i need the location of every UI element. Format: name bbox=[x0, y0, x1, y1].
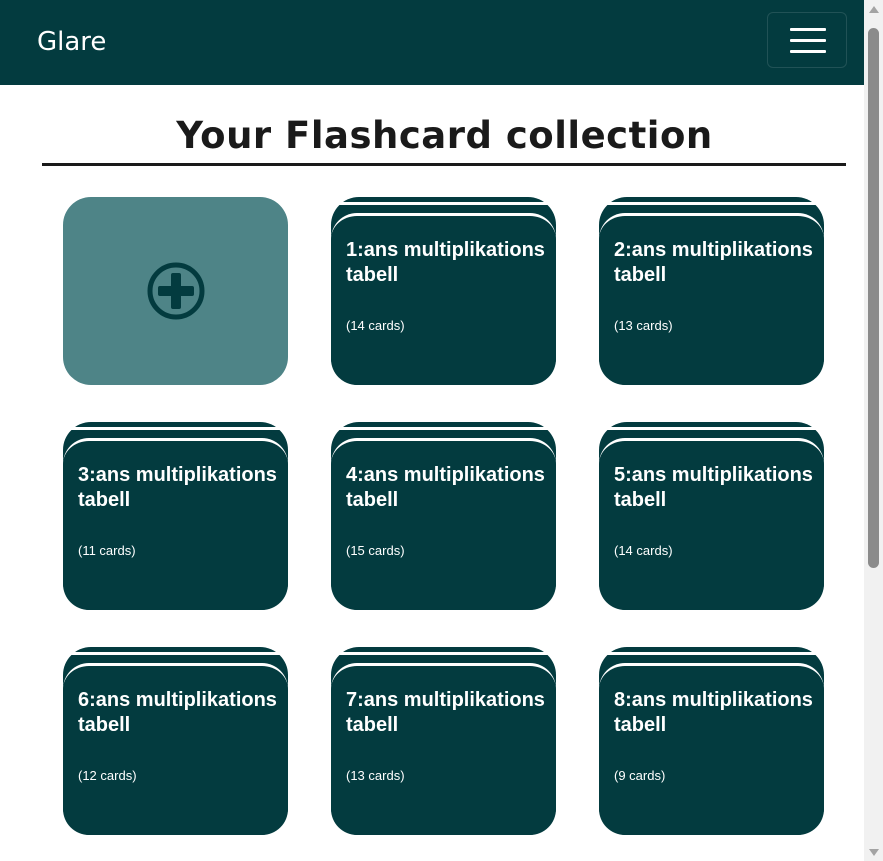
scrollbar-thumb[interactable] bbox=[868, 28, 879, 568]
title-divider bbox=[42, 163, 846, 166]
deck-card[interactable]: 7:ans multiplikationstabell (13 cards) bbox=[331, 647, 556, 835]
deck-title: 7:ans multiplikationstabell bbox=[346, 689, 545, 736]
deck-card[interactable]: 8:ans multiplikationstabell (9 cards) bbox=[599, 647, 824, 835]
deck-card-count: (12 cards) bbox=[78, 768, 137, 783]
deck-card-count: (13 cards) bbox=[346, 768, 405, 783]
hamburger-menu-icon bbox=[790, 28, 826, 31]
deck-title: 4:ans multiplikationstabell bbox=[346, 464, 545, 511]
top-navbar: Glare bbox=[0, 0, 864, 85]
deck-title: 3:ans multiplikationstabell bbox=[78, 464, 277, 511]
menu-toggle-button[interactable] bbox=[767, 12, 847, 68]
deck-card-count: (15 cards) bbox=[346, 543, 405, 558]
deck-card-count: (14 cards) bbox=[346, 318, 405, 333]
scroll-up-arrow-icon[interactable] bbox=[869, 6, 879, 13]
plus-circle-icon bbox=[147, 262, 204, 320]
scroll-down-arrow-icon[interactable] bbox=[869, 849, 879, 856]
deck-card[interactable]: 4:ans multiplikationstabell (15 cards) bbox=[331, 422, 556, 610]
brand-logo[interactable]: Glare bbox=[37, 22, 106, 62]
deck-card[interactable]: 3:ans multiplikationstabell (11 cards) bbox=[63, 422, 288, 610]
deck-card-count: (13 cards) bbox=[614, 318, 673, 333]
deck-card-count: (14 cards) bbox=[614, 543, 673, 558]
deck-title: 6:ans multiplikationstabell bbox=[78, 689, 277, 736]
deck-card[interactable]: 1:ans multiplikationstabell (14 cards) bbox=[331, 197, 556, 385]
deck-title: 2:ans multiplikationstabell bbox=[614, 239, 813, 286]
deck-card[interactable]: 5:ans multiplikationstabell (14 cards) bbox=[599, 422, 824, 610]
deck-card[interactable]: 2:ans multiplikationstabell (13 cards) bbox=[599, 197, 824, 385]
page-title: Your Flashcard collection bbox=[176, 114, 713, 157]
deck-card-count: (11 cards) bbox=[78, 543, 136, 558]
deck-title: 1:ans multiplikationstabell bbox=[346, 239, 545, 286]
deck-card-count: (9 cards) bbox=[614, 768, 666, 783]
deck-card[interactable]: 6:ans multiplikationstabell (12 cards) bbox=[63, 647, 288, 835]
hamburger-menu-icon-bar bbox=[790, 50, 826, 53]
hamburger-menu-icon-bar bbox=[790, 39, 826, 42]
add-deck-button[interactable] bbox=[63, 197, 288, 385]
deck-title: 8:ans multiplikationstabell bbox=[614, 689, 813, 736]
page: Glare Your Flashcard collection 1:ans mu… bbox=[0, 0, 864, 861]
deck-title: 5:ans multiplikationstabell bbox=[614, 464, 813, 511]
